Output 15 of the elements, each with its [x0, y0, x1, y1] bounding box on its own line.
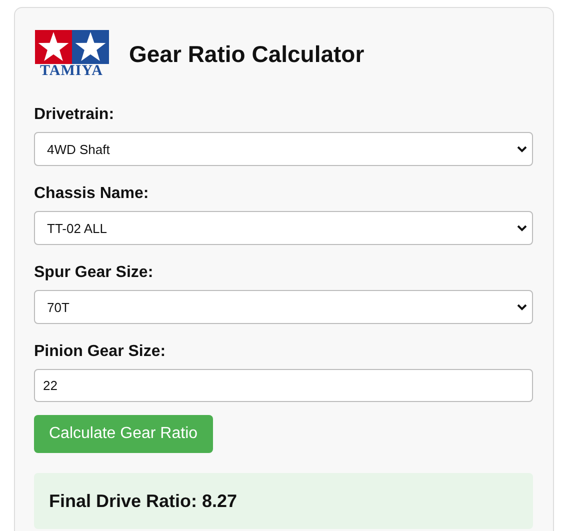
chevron-down-icon	[517, 146, 527, 152]
page-title: Gear Ratio Calculator	[129, 41, 364, 68]
chevron-down-icon	[517, 304, 527, 310]
field-label: Chassis Name:	[34, 185, 150, 203]
chevron-down-icon	[517, 224, 527, 232]
result-text: Final Drive Ratio: 8.27	[49, 490, 238, 512]
dropdown-field[interactable]: 70T	[34, 290, 533, 324]
field-label: Drivetrain:	[34, 106, 116, 124]
logo-text: TAMIYA	[40, 64, 103, 79]
dropdown-field[interactable]: TT-02 ALL	[34, 211, 533, 245]
field-label: Pinion Gear Size:	[34, 343, 167, 361]
field-label: Spur Gear Size:	[34, 264, 154, 282]
dropdown-field[interactable]: 4WD Shaft	[34, 132, 533, 166]
input-field[interactable]: 22	[34, 369, 533, 402]
stars-logo-icon	[34, 30, 108, 64]
